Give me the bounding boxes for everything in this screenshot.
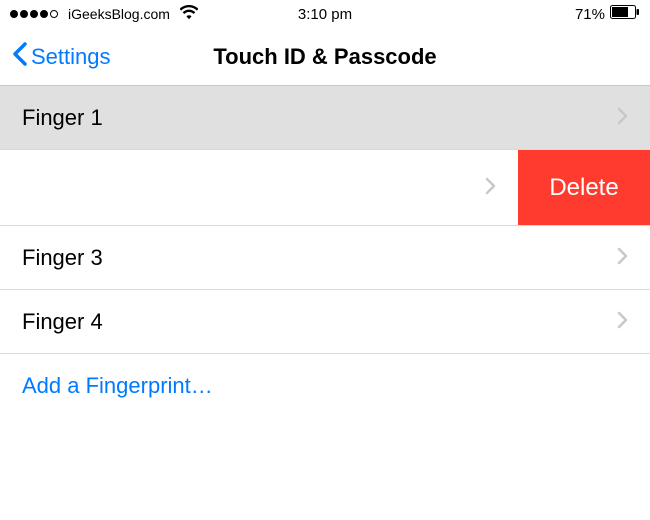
fingerprint-list: Finger 1 Delete Finger 3 Fing: [0, 86, 650, 418]
add-fingerprint-button[interactable]: Add a Fingerprint…: [0, 354, 650, 418]
status-left: iGeeksBlog.com: [10, 5, 198, 23]
wifi-icon: [180, 5, 198, 23]
fingerprint-row-4[interactable]: Finger 4: [0, 290, 650, 354]
fingerprint-row-2[interactable]: [0, 150, 518, 225]
fingerprint-label: Finger 4: [22, 309, 617, 335]
status-time: 3:10 pm: [298, 6, 352, 23]
chevron-right-icon: [617, 245, 628, 271]
fingerprint-row-2-swiped: Delete: [0, 150, 650, 226]
carrier-label: iGeeksBlog.com: [68, 6, 170, 22]
chevron-left-icon: [12, 42, 27, 72]
battery-icon: [610, 5, 640, 23]
status-bar: iGeeksBlog.com 3:10 pm 71%: [0, 0, 650, 28]
fingerprint-label: Finger 3: [22, 245, 617, 271]
battery-percentage: 71%: [575, 6, 605, 23]
chevron-right-icon: [617, 105, 628, 131]
page-title: Touch ID & Passcode: [213, 44, 436, 70]
chevron-right-icon: [617, 309, 628, 335]
fingerprint-row-1[interactable]: Finger 1: [0, 86, 650, 150]
back-label: Settings: [31, 44, 111, 70]
add-fingerprint-label: Add a Fingerprint…: [22, 373, 213, 399]
signal-strength-icon: [10, 10, 58, 18]
nav-bar: Settings Touch ID & Passcode: [0, 28, 650, 86]
status-right: 71%: [575, 5, 640, 23]
delete-label: Delete: [549, 174, 618, 202]
chevron-right-icon: [485, 175, 496, 201]
back-button[interactable]: Settings: [12, 42, 111, 72]
fingerprint-row-3[interactable]: Finger 3: [0, 226, 650, 290]
delete-button[interactable]: Delete: [518, 150, 650, 225]
fingerprint-label: Finger 1: [22, 105, 617, 131]
